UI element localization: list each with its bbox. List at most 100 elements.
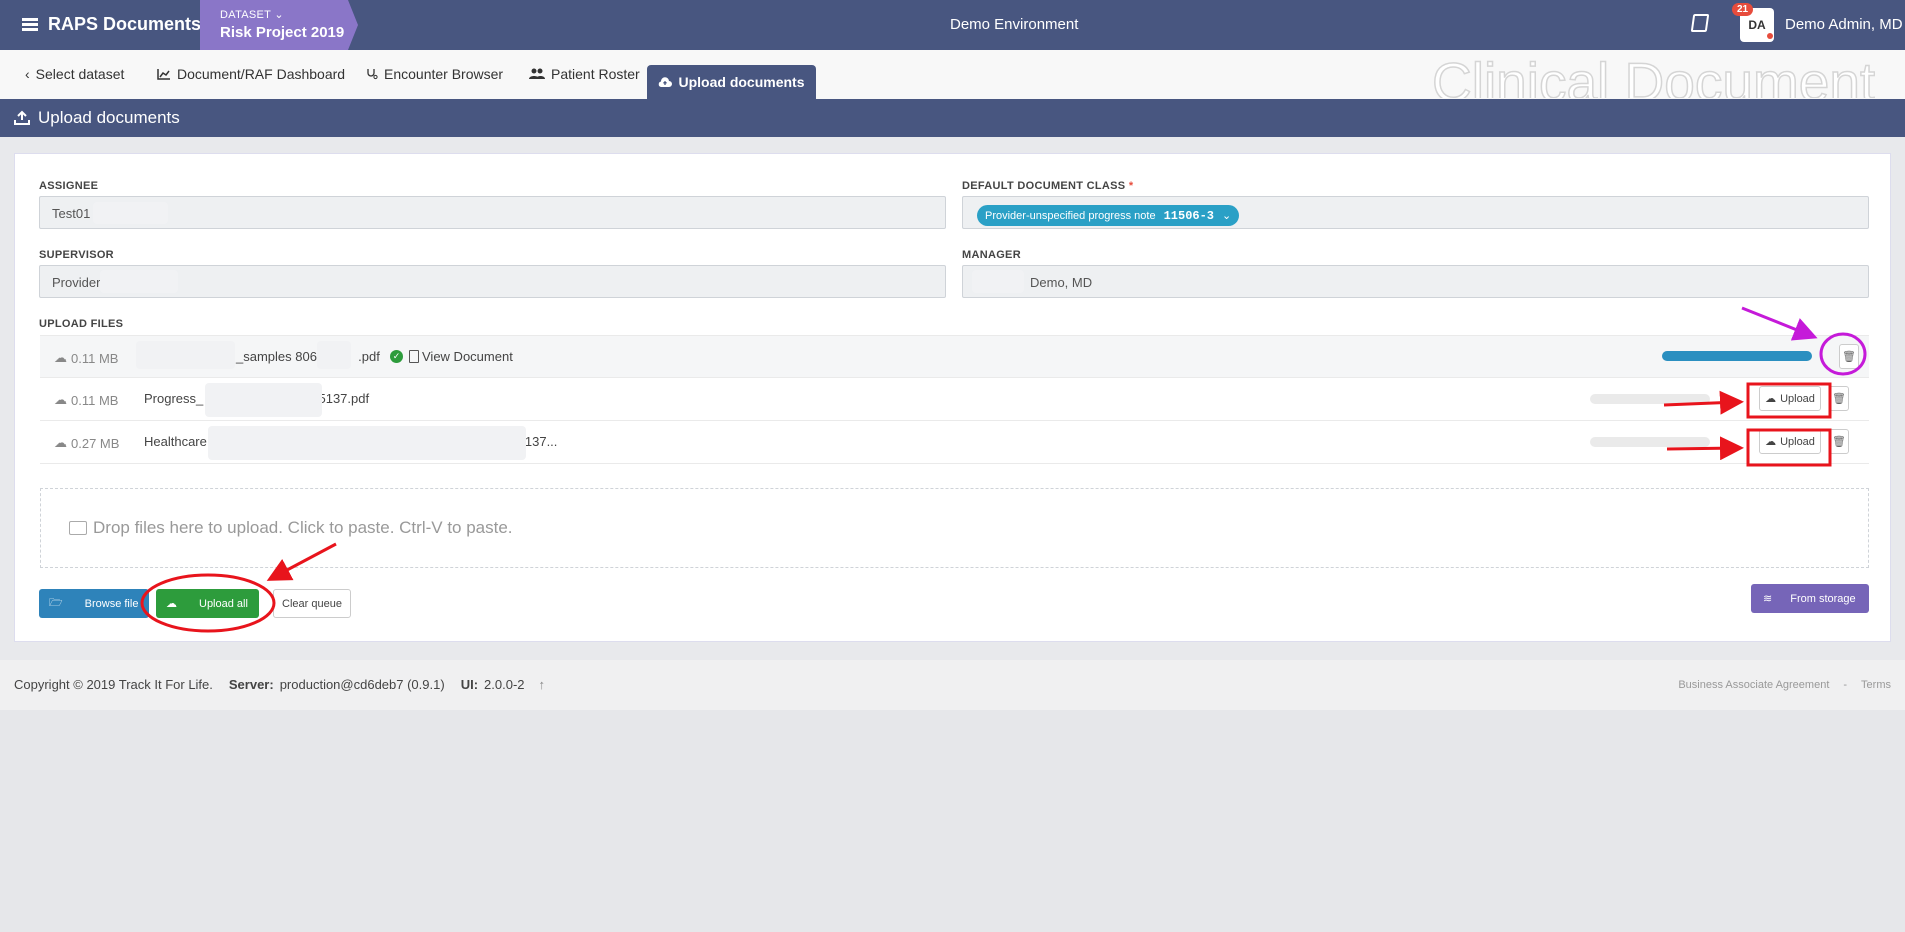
browse-file-label: Browse file [84,597,139,610]
drop-zone-text: Drop files here to upload. Click to past… [93,518,513,537]
file-status: ✓ View Document [390,349,513,364]
tab-select-dataset[interactable]: ‹ Select dataset [25,66,124,82]
cloud-upload-icon: ☁ [1765,393,1777,405]
progress-bar [1662,351,1812,361]
upload-all-label: Upload all [199,597,248,610]
chart-icon [157,69,170,80]
footer: Copyright © 2019 Track It For Life. Serv… [0,660,1905,710]
notification-badge[interactable]: 21 [1732,3,1754,16]
dataset-label: DATASET [220,9,271,21]
assignee-value: Test01 [52,206,91,221]
trash-icon: 🗑 [1842,351,1856,363]
redaction [100,270,178,293]
app-title: RAPS Documents [48,14,202,34]
manager-label: MANAGER [962,249,1021,261]
file-row: ☁ 0.11 MB _samples 8063 .pdf ✓ View Docume… [40,335,1869,378]
supervisor-label: SUPERVISOR [39,249,114,261]
stethoscope-icon [367,69,378,80]
from-storage-button[interactable]: ≋ From storage [1751,584,1869,613]
clear-queue-label: Clear queue [282,597,342,610]
chevron-down-icon: ⌄ [274,9,284,21]
top-navbar: RAPS Documents DATASET ⌄ Risk Project 20… [0,0,1905,50]
tab-encounter-browser[interactable]: Encounter Browser [366,66,503,82]
tab-upload-documents[interactable]: Upload documents [647,65,816,99]
inbox-icon [69,521,87,535]
cloud-upload-icon: ☁ [166,598,177,610]
redaction [208,426,526,460]
view-document-label: View Document [422,349,513,364]
assignee-field[interactable]: Test01 [39,196,946,229]
delete-button[interactable]: 🗑 [1839,344,1859,369]
redaction [93,202,168,224]
browse-file-button[interactable]: 🗁 Browse file [39,589,149,618]
tab-patient-roster[interactable]: Patient Roster [529,66,640,82]
folder-open-icon: 🗁 [49,597,63,609]
redaction [972,270,1024,293]
clear-queue-button[interactable]: Clear queue [273,589,351,618]
footer-separator: - [1843,679,1848,691]
file-size: 0.11 MB [71,350,119,366]
default-class-label-text: DEFAULT DOCUMENT CLASS [962,180,1126,192]
server-label: Server: [228,677,274,692]
document-class-tag[interactable]: Provider-unspecified progress note 11506… [977,205,1240,226]
file-name: _samples 8063 .pdf [236,349,380,364]
upload-all-button[interactable]: ☁ Upload all [156,589,259,618]
page-header: Upload documents [0,99,1905,137]
tab-label: Encounter Browser [384,66,504,82]
environment-label: Demo Environment [950,16,1079,33]
page-title: Upload documents [38,108,180,127]
assignee-label: ASSIGNEE [39,180,99,192]
upload-button[interactable]: ☁ Upload [1759,429,1821,454]
progress-bar [1590,394,1710,404]
page-background [0,710,1905,932]
redaction [317,341,351,369]
upload-button[interactable]: ☁ Upload [1759,386,1821,411]
tag-label: Provider-unspecified progress note [985,209,1156,222]
tab-dashboard[interactable]: Document/RAF Dashboard [157,66,345,82]
copyright-text: Copyright © 2019 Track It For Life. [14,677,213,692]
baa-link[interactable]: Business Associate Agreement [1678,679,1829,691]
user-name[interactable]: Demo Admin, MD [1785,16,1903,33]
menu-icon[interactable] [22,18,38,31]
tag-code: 11506-3 [1163,208,1215,223]
supervisor-value: Provider [52,275,101,290]
file-size: 0.11 MB [71,392,119,408]
tab-label: Patient Roster [551,66,640,82]
chevron-left-icon: ‹ [25,66,30,82]
cloud-upload-icon: ☁ [54,350,67,365]
delete-button[interactable]: 🗑 [1829,386,1849,411]
progress-bar [1590,437,1710,447]
dataset-name: Risk Project 2019 [220,24,345,41]
drop-zone[interactable]: Drop files here to upload. Click to past… [40,488,1869,568]
tab-label: Select dataset [35,66,125,82]
trash-icon: 🗑 [1832,393,1846,405]
check-circle-icon: ✓ [390,350,403,363]
progress-fill [1662,351,1812,361]
status-dot [1767,33,1773,39]
app-brand[interactable]: RAPS Documents [22,14,201,35]
upload-files-label: UPLOAD FILES [39,318,124,330]
cloud-upload-icon: ☁ [54,392,67,407]
arrow-up-icon[interactable]: ↑ [539,677,546,692]
cloud-upload-icon: ☁ [54,435,67,450]
upload-icon [14,110,30,125]
server-value: production@cd6deb7 (0.9.1) [279,677,445,692]
manager-field[interactable]: Demo, MD [962,265,1869,298]
watermark-text: Clinical Document [1432,52,1876,98]
view-document-link[interactable]: View Document [409,349,513,364]
terms-link[interactable]: Terms [1861,679,1891,691]
delete-button[interactable]: 🗑 [1829,429,1849,454]
upload-label: Upload [1780,392,1815,405]
database-icon: ≋ [1763,593,1773,605]
required-marker: * [1128,180,1134,192]
tab-label: Document/RAF Dashboard [177,66,346,82]
dataset-selector[interactable]: DATASET ⌄ Risk Project 2019 [200,0,358,50]
ui-version: 2.0.0-2 [484,677,525,692]
book-icon[interactable] [1690,14,1710,32]
file-icon [409,350,419,363]
cloud-upload-icon: ☁ [1765,436,1777,448]
file-size: 0.27 MB [71,435,120,451]
from-storage-label: From storage [1790,592,1856,605]
chevron-down-icon[interactable]: ⌄ [1222,209,1231,222]
redaction [136,341,235,369]
